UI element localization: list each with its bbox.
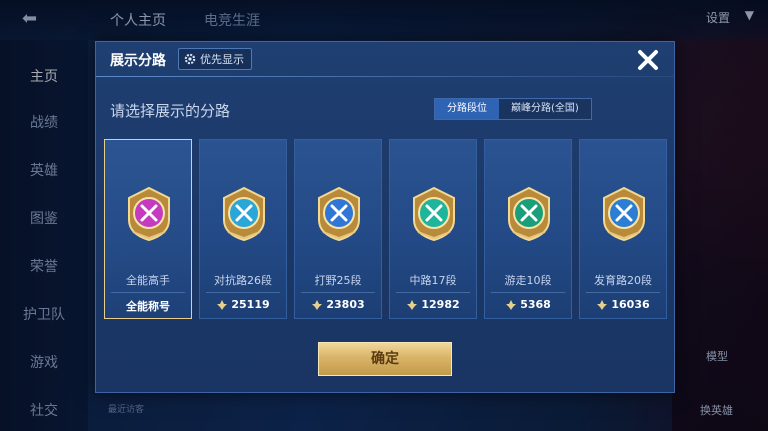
lane-card-label: 打野25段 [314,274,362,287]
lane-card-label: 全能高手 [126,274,170,287]
segment-peak-lane-national[interactable]: 巅峰分路(全国) [499,99,591,119]
lane-card-value-text: 5368 [520,298,551,311]
lane-card-value-text: 全能称号 [126,300,170,313]
card-divider [491,292,565,293]
lane-card-value: 12982 [390,298,476,311]
lane-card[interactable]: 游走10段 5368 [484,139,572,319]
lane-card-value: 25119 [200,298,286,311]
clash-lane-emblem-icon [223,186,265,242]
lane-card[interactable]: 对抗路26段 25119 [199,139,287,319]
lane-card[interactable]: 打野25段 23803 [294,139,382,319]
roam-emblem-icon [508,186,550,242]
lane-card-value: 23803 [295,298,381,311]
lane-card-value-text: 23803 [326,298,365,311]
confirm-button[interactable]: 确定 [318,342,452,376]
lane-card-value: 16036 [580,298,666,311]
battle-power-icon [312,299,323,310]
display-lane-dialog: 展示分路 优先显示 请选择展示的分路 分路段位 巅峰分路(全国) 全能高手全能称… [95,41,675,393]
farm-lane-emblem-icon [603,186,645,242]
battle-power-icon [597,299,608,310]
lane-card-value-text: 12982 [421,298,460,311]
lane-card-label: 中路17段 [409,274,457,287]
battle-power-icon [506,299,517,310]
card-divider [586,292,660,293]
card-divider [301,292,375,293]
card-divider [111,292,185,293]
lane-card-label: 游走10段 [504,274,552,287]
close-icon[interactable] [634,46,662,74]
lane-card-label: 发育路20段 [594,274,652,287]
priority-display-button[interactable]: 优先显示 [178,48,252,70]
lane-card-value-text: 25119 [231,298,270,311]
card-divider [396,292,470,293]
header-divider [96,76,674,77]
gear-icon [184,53,196,65]
mid-lane-emblem-icon [413,186,455,242]
lane-card-list: 全能高手 全能称号 对抗路26段 25119 打野25段 23803 中路17段 12982 游… [104,139,670,319]
lane-card[interactable]: 发育路20段 16036 [579,139,667,319]
card-divider [206,292,280,293]
lane-card[interactable]: 全能高手 全能称号 [104,139,192,319]
dialog-title: 展示分路 [110,53,166,69]
jungle-emblem-icon [318,186,360,242]
dialog-subtitle: 请选择展示的分路 [110,102,231,120]
priority-display-label: 优先显示 [200,53,244,66]
segment-lane-rank[interactable]: 分路段位 [435,99,499,119]
all-round-emblem-icon [128,186,170,242]
lane-card-value-text: 16036 [611,298,650,311]
lane-card-value: 全能称号 [105,298,191,314]
lane-card-value: 5368 [485,298,571,311]
battle-power-icon [217,299,228,310]
lane-card[interactable]: 中路17段 12982 [389,139,477,319]
segment-control: 分路段位 巅峰分路(全国) [434,98,592,120]
lane-card-label: 对抗路26段 [214,274,272,287]
battle-power-icon [407,299,418,310]
